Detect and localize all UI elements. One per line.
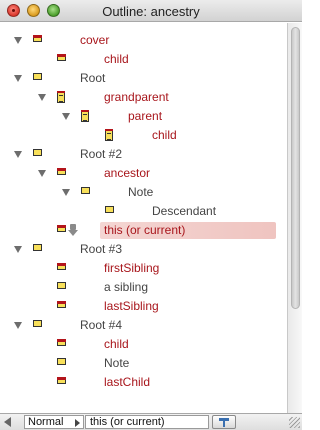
row-label: lastSibling xyxy=(104,299,159,313)
style-popup-value: Normal xyxy=(28,416,64,428)
row-label: lastChild xyxy=(104,375,151,389)
row-label: Descendant xyxy=(152,204,217,218)
note-icon xyxy=(57,358,66,365)
note-icon xyxy=(57,225,66,232)
row-label: Root #3 xyxy=(80,242,123,256)
disclosure-triangle-icon[interactable] xyxy=(14,246,22,253)
note-icon xyxy=(33,244,42,251)
outline-row[interactable]: firstSibling xyxy=(0,259,287,278)
outline-row[interactable]: Root #2 xyxy=(0,145,287,164)
style-popup[interactable]: Normal xyxy=(24,415,84,429)
disclosure-triangle-icon[interactable] xyxy=(38,94,46,101)
drag-handle-icon[interactable] xyxy=(68,224,78,236)
disclosure-triangle-icon[interactable] xyxy=(14,75,22,82)
note-icon xyxy=(57,168,66,175)
title-bar[interactable]: Outline: ancestry xyxy=(0,0,302,22)
disclosure-triangle-icon[interactable] xyxy=(14,37,22,44)
row-label: child xyxy=(104,337,129,351)
row-label: this (or current) xyxy=(104,223,186,237)
navigate-back-icon[interactable] xyxy=(4,417,11,427)
outline-row[interactable]: Note xyxy=(0,183,287,202)
scrollbar-thumb[interactable] xyxy=(291,27,300,309)
document-icon xyxy=(57,91,65,103)
pin-icon[interactable] xyxy=(212,415,236,429)
note-icon xyxy=(57,263,66,270)
note-icon xyxy=(57,301,66,308)
document-icon xyxy=(105,129,113,141)
disclosure-triangle-icon[interactable] xyxy=(38,170,46,177)
outline-row[interactable]: Descendant xyxy=(0,202,287,221)
row-label: grandparent xyxy=(104,90,169,104)
outline-row[interactable]: Note xyxy=(0,354,287,373)
row-label: Root xyxy=(80,71,106,85)
outline-row[interactable]: grandparent xyxy=(0,88,287,107)
note-icon xyxy=(105,206,114,213)
note-icon xyxy=(33,149,42,156)
row-label: cover xyxy=(80,33,110,47)
outline-row[interactable]: Root xyxy=(0,69,287,88)
bottom-toolbar: Normal this (or current) xyxy=(0,413,302,430)
row-label: a sibling xyxy=(104,280,149,294)
outline-row[interactable]: lastSibling xyxy=(0,297,287,316)
outline-row[interactable]: parent xyxy=(0,107,287,126)
note-icon xyxy=(33,73,42,80)
row-label: Root #4 xyxy=(80,318,123,332)
outline-row[interactable]: a sibling xyxy=(0,278,287,297)
note-icon xyxy=(57,339,66,346)
disclosure-triangle-icon[interactable] xyxy=(62,113,70,120)
row-label: ancestor xyxy=(104,166,151,180)
outline-row[interactable]: child xyxy=(0,50,287,69)
outline-row-selected[interactable]: this (or current) xyxy=(0,221,287,240)
row-label: firstSibling xyxy=(104,261,160,275)
note-icon xyxy=(57,377,66,384)
popup-arrow-icon xyxy=(75,419,80,427)
window-title: Outline: ancestry xyxy=(102,4,200,19)
outline-row[interactable]: child xyxy=(0,335,287,354)
row-label: parent xyxy=(128,109,163,123)
row-label: Note xyxy=(128,185,154,199)
outline-row[interactable]: child xyxy=(0,126,287,145)
note-icon xyxy=(33,35,42,42)
note-icon xyxy=(57,54,66,61)
outline-row[interactable]: cover xyxy=(0,31,287,50)
document-icon xyxy=(81,110,89,122)
path-field[interactable]: this (or current) xyxy=(85,415,209,429)
disclosure-triangle-icon[interactable] xyxy=(14,322,22,329)
disclosure-triangle-icon[interactable] xyxy=(14,151,22,158)
row-label: child xyxy=(152,128,177,142)
note-icon xyxy=(57,282,66,289)
outline-view[interactable]: cover child Root grandparent parent chil… xyxy=(0,23,287,413)
row-label: Root #2 xyxy=(80,147,123,161)
note-icon xyxy=(81,187,90,194)
row-label: child xyxy=(104,52,129,66)
note-icon xyxy=(33,320,42,327)
outline-row[interactable]: ancestor xyxy=(0,164,287,183)
outline-row[interactable]: Root #3 xyxy=(0,240,287,259)
outline-row[interactable]: lastChild xyxy=(0,373,287,392)
disclosure-triangle-icon[interactable] xyxy=(62,189,70,196)
vertical-scrollbar[interactable] xyxy=(287,23,302,413)
row-label: Note xyxy=(104,356,130,370)
outline-row[interactable]: Root #4 xyxy=(0,316,287,335)
resize-grip-icon[interactable] xyxy=(289,417,300,428)
